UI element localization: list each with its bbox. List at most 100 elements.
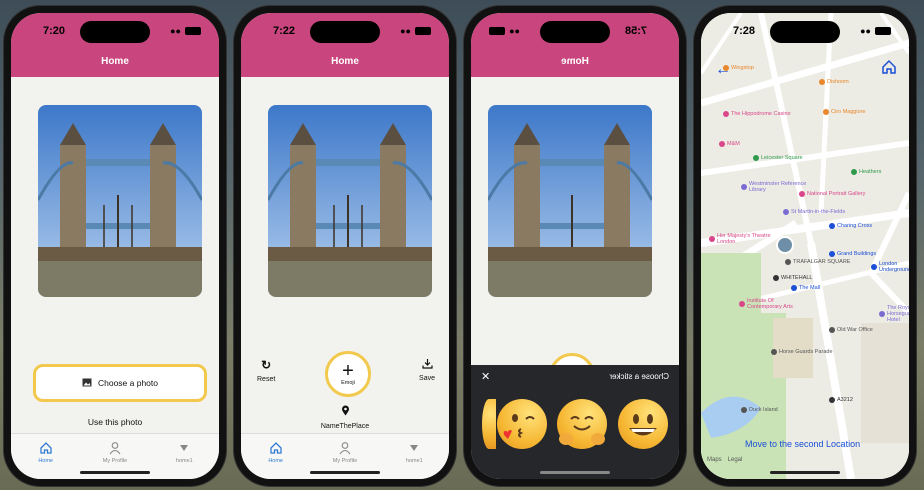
- tab-home1[interactable]: home1: [384, 440, 444, 464]
- poi-label-text: Her Majesty's Theatre London: [717, 233, 771, 246]
- status-icons: ●●: [170, 26, 201, 36]
- tower-bridge-photo: [38, 105, 202, 297]
- tab-home1[interactable]: home1: [154, 440, 214, 464]
- tab-home[interactable]: Home: [16, 440, 76, 464]
- tab-home-label: Home: [38, 458, 53, 464]
- tower-bridge-photo: [268, 105, 432, 297]
- map-poi-label[interactable]: Charing Cross: [829, 223, 873, 230]
- wifi-icon: ●●: [170, 26, 181, 36]
- plus-icon: +: [342, 360, 354, 382]
- phone-screen-2: 7:22 ●● Home ↻ Reset + Emoji Save NameTh…: [234, 6, 456, 486]
- map-poi-label[interactable]: Wingstop: [723, 65, 754, 72]
- tab-my-profile[interactable]: My Profile: [85, 440, 145, 464]
- header-title: Home: [101, 56, 129, 67]
- tab-my-profile[interactable]: My Profile: [315, 440, 375, 464]
- emoji-button[interactable]: + Emoji: [325, 351, 371, 397]
- download-icon: [421, 358, 433, 371]
- hugging-face-sticker[interactable]: [557, 399, 608, 449]
- poi-label-text: Institute Of Contemporary Arts: [747, 298, 793, 311]
- screen-3-mirrored: 7:58 ●● Home Choose a sticker ✕: [471, 13, 679, 479]
- close-icon[interactable]: ✕: [481, 370, 490, 383]
- reset-icon: ↻: [261, 358, 272, 372]
- sticker-sheet-header: Choose a sticker ✕: [471, 365, 679, 387]
- poi-marker-icon: [709, 236, 715, 243]
- sticker-sheet-title: Choose a sticker: [609, 371, 669, 381]
- map-view[interactable]: [701, 13, 909, 479]
- poi-marker-icon: [879, 311, 885, 318]
- poi-label-text: St Martin-in-the-Fields: [791, 209, 846, 215]
- poi-marker-icon: [773, 275, 779, 282]
- map-poi-label[interactable]: Ciro Maggiore: [823, 109, 866, 116]
- home-indicator: [80, 471, 150, 474]
- legal-link[interactable]: Legal: [728, 457, 743, 463]
- tower-bridge-photo: [488, 105, 652, 297]
- map-poi-label[interactable]: M&M: [719, 141, 740, 148]
- battery-icon: [875, 27, 891, 35]
- screen-1: 7:20 ●● Home Choose a photo Use this pho…: [11, 13, 219, 479]
- partial-sticker[interactable]: [482, 399, 497, 449]
- map-poi-label[interactable]: The Royal Horseguards Hotel: [879, 305, 909, 323]
- map-poi-label[interactable]: TRAFALGAR SQUARE: [785, 259, 850, 266]
- map-poi-label[interactable]: Horse Guards Parade: [771, 349, 833, 356]
- poi-marker-icon: [819, 79, 825, 86]
- map-poi-label[interactable]: A3212: [829, 397, 853, 404]
- poi-marker-icon: [829, 251, 835, 258]
- poi-label-text: Duck Island: [749, 407, 778, 413]
- poi-label-text: Ciro Maggiore: [831, 109, 866, 115]
- map-poi-label[interactable]: Institute Of Contemporary Arts: [739, 298, 809, 310]
- map-poi-label[interactable]: St Martin-in-the-Fields: [783, 209, 846, 216]
- battery-icon: [415, 27, 431, 35]
- move-to-second-location-link[interactable]: Move to the second Location: [745, 439, 860, 449]
- map-poi-label[interactable]: WHITEHALL: [773, 275, 812, 282]
- poi-label-text: M&M: [727, 141, 740, 147]
- map-poi-label[interactable]: London Underground: [871, 261, 909, 273]
- map-poi-label[interactable]: Dishoom: [819, 79, 849, 86]
- house-icon[interactable]: [881, 59, 897, 80]
- tab-home1-label: home1: [175, 458, 193, 464]
- map-poi-label[interactable]: Duck Island: [741, 407, 778, 414]
- map-poi-label[interactable]: The Mall: [791, 285, 820, 292]
- map-poi-label[interactable]: Grand Buildings: [829, 251, 877, 258]
- poi-marker-icon: [719, 141, 725, 148]
- map-poi-label[interactable]: Her Majesty's Theatre London: [709, 233, 779, 245]
- person-icon: [108, 440, 122, 456]
- save-button[interactable]: Save: [419, 358, 435, 382]
- tab-home[interactable]: Home: [246, 440, 306, 464]
- phone-screen-3: 7:58 ●● Home Choose a sticker ✕: [464, 6, 686, 486]
- battery-icon: [185, 27, 201, 35]
- reset-button[interactable]: ↻ Reset: [257, 358, 275, 383]
- wifi-icon: ●●: [509, 26, 520, 36]
- grinning-face-sticker[interactable]: [617, 399, 668, 449]
- dynamic-island: [770, 21, 840, 43]
- poi-label-text: Old War Office: [837, 327, 873, 333]
- home-indicator: [310, 471, 380, 474]
- map-poi-label[interactable]: National Portrait Gallery: [799, 191, 865, 198]
- screen-2: 7:22 ●● Home ↻ Reset + Emoji Save NameTh…: [241, 13, 449, 479]
- poi-marker-icon: [829, 327, 835, 334]
- poi-marker-icon: [723, 111, 729, 118]
- save-label: Save: [419, 375, 435, 382]
- dynamic-island: [540, 21, 610, 43]
- use-this-photo-button[interactable]: Use this photo: [11, 417, 219, 427]
- name-the-place-button[interactable]: NameThePlace: [241, 405, 449, 430]
- kissing-face-sticker[interactable]: [496, 399, 547, 449]
- poi-label-text: The Hippodrome Casino: [731, 111, 791, 117]
- poi-label-text: Grand Buildings: [837, 251, 877, 257]
- map-poi-label[interactable]: Old War Office: [829, 327, 873, 334]
- image-icon: [82, 378, 92, 389]
- poi-label-text: Dishoom: [827, 79, 849, 85]
- tab-home-label: Home: [268, 458, 283, 464]
- dynamic-island: [310, 21, 380, 43]
- poi-marker-icon: [753, 155, 759, 162]
- status-time: 7:28: [733, 25, 756, 37]
- triangle-down-icon: [409, 440, 419, 456]
- map-poi-label[interactable]: Leicester Square: [753, 155, 803, 162]
- poi-marker-icon: [791, 285, 797, 292]
- map-poi-label[interactable]: Heathers: [851, 169, 881, 176]
- choose-photo-button[interactable]: Choose a photo: [33, 364, 207, 402]
- battery-icon: [489, 27, 505, 35]
- poi-marker-icon: [783, 209, 789, 216]
- poi-label-text: Charing Cross: [837, 223, 873, 229]
- header-title: Home: [561, 56, 589, 67]
- map-poi-label[interactable]: The Hippodrome Casino: [723, 111, 791, 118]
